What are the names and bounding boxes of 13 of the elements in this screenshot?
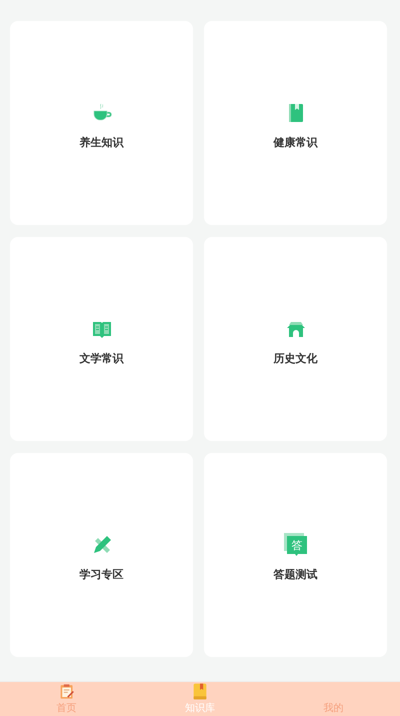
category-label: 文学常识 [80,350,124,366]
category-card[interactable]: 养生知识 [10,21,193,225]
category-card[interactable]: 历史文化 [204,237,387,441]
category-label: 养生知识 [80,134,124,150]
answer-icon: 答 [284,532,308,556]
category-label: 健康常识 [274,134,318,150]
category-card[interactable]: 健康常识 [204,21,387,225]
category-card[interactable]: 答 答题测试 [204,453,387,657]
category-label: 历史文化 [274,350,318,366]
category-label: 学习专区 [80,566,124,582]
category-card[interactable]: 文学常识 [10,237,193,441]
category-label: 答题测试 [274,566,318,582]
category-card[interactable]: 学习专区 [10,453,193,657]
